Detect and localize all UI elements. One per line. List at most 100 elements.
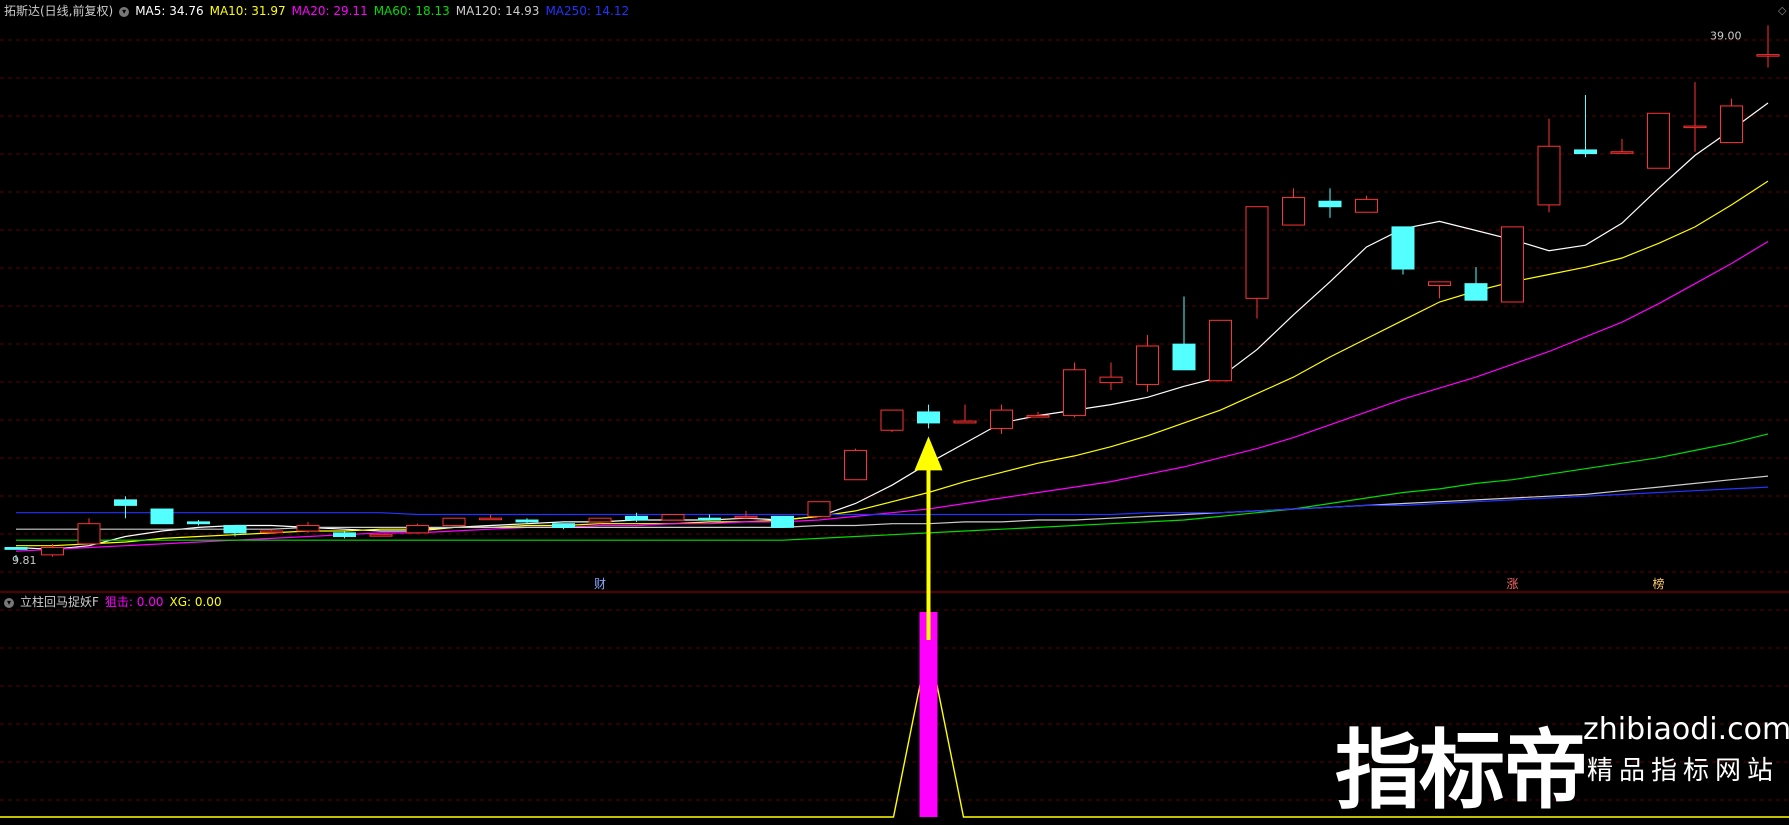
candle[interactable]: [1282, 188, 1305, 226]
candle-body: [296, 525, 320, 532]
candle[interactable]: [588, 517, 612, 524]
event-marker-1[interactable]: 涨: [1507, 576, 1519, 591]
candle-body: [953, 420, 977, 424]
indicator-legend: 狙击: 0.00 XG: 0.00: [105, 595, 228, 609]
ma-legend-item-5: MA250: 14.12: [545, 4, 630, 18]
candle-body: [406, 525, 429, 534]
watermark-tagline: 精品指标网站: [1587, 756, 1780, 786]
candle[interactable]: [990, 404, 1013, 434]
candle-body: [1647, 112, 1670, 169]
candle[interactable]: [1756, 25, 1780, 68]
candle[interactable]: [698, 514, 721, 521]
candle[interactable]: [1501, 226, 1524, 303]
candle[interactable]: [1610, 138, 1634, 154]
candle-body: [844, 449, 867, 481]
event-marker-0[interactable]: 财: [594, 577, 606, 591]
candle[interactable]: [661, 514, 685, 521]
candle[interactable]: [1099, 362, 1123, 390]
ma250-line: [16, 486, 1769, 516]
candle-body: [223, 525, 247, 534]
candle-body: [1720, 105, 1743, 144]
signal-arrow: [914, 436, 943, 640]
candle[interactable]: [114, 496, 137, 519]
candle[interactable]: [1209, 319, 1232, 382]
candle[interactable]: [406, 523, 429, 534]
candle[interactable]: [807, 501, 831, 517]
candle-body: [1537, 145, 1561, 206]
event-marker-2[interactable]: 榜: [1653, 576, 1665, 591]
candle-body: [990, 409, 1013, 429]
candle-body: [807, 501, 831, 517]
candle[interactable]: [771, 515, 794, 528]
candle[interactable]: [77, 518, 101, 545]
diamond-icon[interactable]: ◇: [1778, 4, 1787, 17]
candle[interactable]: [880, 409, 904, 433]
signal-bar: [919, 612, 938, 817]
candle[interactable]: [1464, 267, 1488, 301]
candle-body: [114, 499, 137, 506]
stock-name[interactable]: 拓斯达(日线,前复权): [4, 4, 113, 18]
candle[interactable]: [1063, 362, 1086, 418]
candle[interactable]: [1391, 226, 1415, 275]
candle-body: [734, 515, 758, 519]
event-markers[interactable]: 财涨榜: [594, 576, 1665, 591]
ma5-line: [15, 102, 1769, 550]
candle-body: [1574, 149, 1597, 155]
candle-body: [1209, 319, 1232, 382]
candle-body: [1063, 369, 1086, 417]
chevron-down-icon[interactable]: ▾: [4, 597, 14, 608]
stock-chart[interactable]: 39.00 9.81 财 涨 榜 ◇: [0, 0, 1789, 819]
candle[interactable]: [333, 531, 356, 539]
low-price-label: 9.81: [12, 554, 37, 567]
candle[interactable]: [1428, 281, 1451, 299]
candle[interactable]: [1172, 296, 1196, 371]
candle[interactable]: [844, 448, 867, 481]
candle[interactable]: [953, 404, 977, 424]
ma-legend-item-2: MA20: 29.11: [291, 4, 368, 18]
watermark-url: zhibiaodi.com: [1583, 712, 1789, 747]
candle-body: [1355, 198, 1378, 213]
candle[interactable]: [1537, 118, 1561, 213]
indicator-title[interactable]: 立柱回马捉妖F: [20, 595, 99, 609]
ma-legend-item-3: MA60: 18.13: [373, 4, 450, 18]
candle[interactable]: [369, 534, 393, 537]
candle[interactable]: [1720, 98, 1743, 144]
indicator-value-1: XG: 0.00: [169, 595, 222, 609]
ma-legend: MA5: 34.76 MA10: 31.97 MA20: 29.11 MA60: 18…: [135, 4, 635, 18]
candle-body: [187, 521, 210, 525]
candle-body: [1172, 343, 1196, 371]
watermark: 指标帝 zhibiaodi.com 精品指标网站: [1335, 700, 1789, 821]
candle[interactable]: [296, 521, 320, 533]
candle-body: [588, 517, 612, 523]
candle-body: [1464, 283, 1488, 301]
candle-body: [771, 515, 794, 528]
ma-legend-item-0: MA5: 34.76: [135, 4, 204, 18]
candle[interactable]: [552, 523, 575, 530]
candle-body: [1099, 376, 1123, 384]
candle[interactable]: [187, 520, 210, 526]
candle-body: [1683, 125, 1707, 129]
candle-body: [4, 547, 28, 550]
candle-body: [698, 517, 721, 521]
candle[interactable]: [442, 517, 466, 527]
candle[interactable]: [1647, 112, 1670, 169]
candle-body: [880, 409, 904, 431]
candle-body: [442, 517, 466, 527]
candle[interactable]: [1355, 195, 1378, 213]
candle[interactable]: [479, 514, 502, 521]
candle-body: [369, 534, 393, 537]
arrow-head-icon: [914, 436, 943, 471]
candle[interactable]: [1318, 188, 1342, 218]
chevron-down-icon[interactable]: ▾: [119, 6, 130, 17]
candle-body: [1318, 200, 1342, 208]
candle[interactable]: [917, 404, 940, 429]
candle-body: [917, 411, 940, 424]
candle[interactable]: [150, 508, 174, 525]
candle[interactable]: [1683, 82, 1707, 152]
candle[interactable]: [1245, 206, 1269, 319]
candle[interactable]: [1574, 94, 1597, 158]
candle-body: [1610, 151, 1634, 154]
candle[interactable]: [1136, 334, 1159, 392]
candle-body: [1501, 226, 1524, 303]
high-price-label: 39.00: [1710, 29, 1742, 42]
